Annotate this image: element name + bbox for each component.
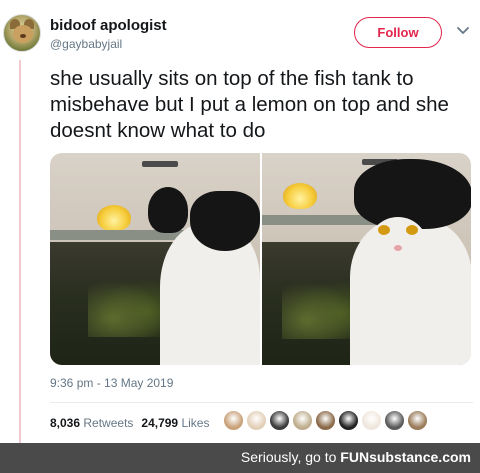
tweet-timestamp[interactable]: 9:36 pm - 13 May 2019 [50, 376, 173, 390]
watermark-brand-bold: FUN [340, 449, 370, 465]
tweet-text: she usually sits on top of the fish tank… [50, 67, 449, 142]
liker-avatar[interactable] [361, 410, 382, 431]
liker-avatar[interactable] [338, 410, 359, 431]
user-handle[interactable]: @gaybabyjail [50, 37, 122, 51]
liker-avatar[interactable] [407, 410, 428, 431]
retweets-label: Retweets [83, 416, 134, 430]
liker-avatar[interactable] [315, 410, 336, 431]
media-grid [50, 153, 471, 365]
liker-avatar[interactable] [223, 410, 244, 431]
retweets-count: 8,036 [50, 416, 81, 430]
thread-line [19, 60, 21, 443]
chevron-down-icon[interactable] [456, 24, 470, 38]
liker-avatar[interactable] [384, 410, 405, 431]
liker-avatar[interactable] [269, 410, 290, 431]
likes-count: 24,799 [141, 416, 179, 430]
photo-left[interactable] [50, 153, 260, 365]
cat-eye [405, 225, 418, 235]
liker-avatar[interactable] [246, 410, 267, 431]
watermark-prefix: Seriously, go to [240, 449, 341, 465]
lemon [282, 183, 317, 209]
watermark-bar: Seriously, go to FUNsubstance.com [0, 443, 480, 473]
cat-nose [393, 245, 402, 251]
photo-right[interactable] [261, 153, 471, 365]
cat-eye [377, 225, 390, 235]
cat [344, 159, 471, 365]
retweets-stat[interactable]: 8,036 Retweets [50, 416, 133, 430]
lemon [97, 205, 131, 231]
liker-avatars [223, 410, 428, 431]
display-name[interactable]: bidoof apologist [50, 17, 167, 34]
watermark-text[interactable]: Seriously, go to FUNsubstance.com [241, 449, 471, 465]
tank-lamp [142, 161, 178, 167]
avatar-nose [20, 34, 26, 38]
follow-button[interactable]: Follow [354, 17, 442, 48]
watermark-brand-rest: substance.com [369, 449, 471, 465]
avatar[interactable] [3, 14, 41, 52]
likes-label: Likes [181, 416, 210, 430]
watermark-brand: FUNsubstance.com [340, 449, 471, 465]
likes-stat[interactable]: 24,799 Likes [141, 416, 209, 430]
divider [50, 402, 473, 403]
tweet-stats: 8,036 Retweets 24,799 Likes [50, 416, 209, 430]
tweet-card: bidoof apologist @gaybabyjail Follow she… [0, 0, 480, 443]
cat [140, 183, 260, 365]
liker-avatar[interactable] [292, 410, 313, 431]
